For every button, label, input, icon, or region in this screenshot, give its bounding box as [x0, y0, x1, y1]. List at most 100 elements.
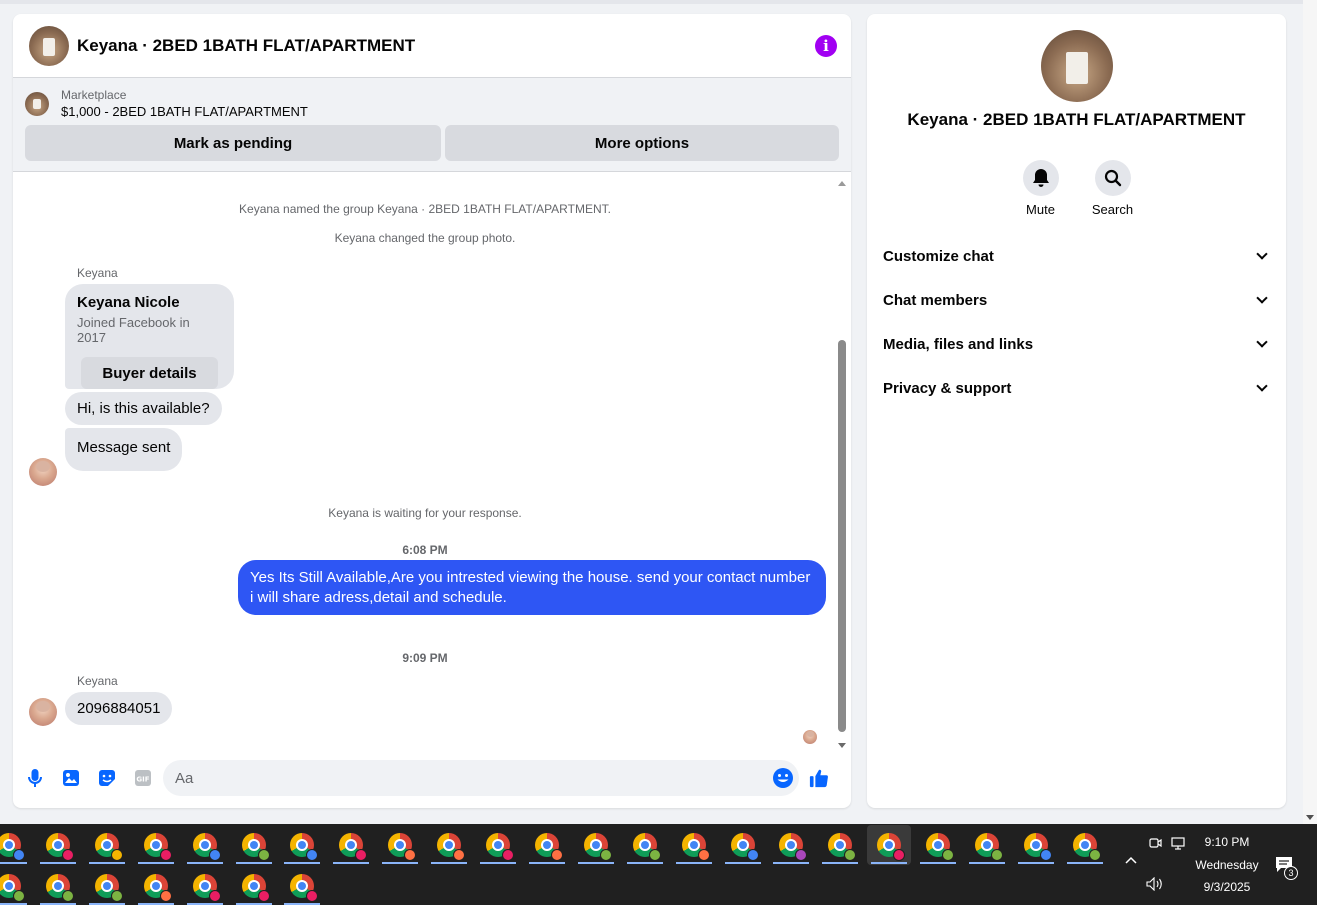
taskbar-chrome-app[interactable]	[672, 825, 716, 865]
chrome-icon	[241, 874, 270, 902]
chat-title[interactable]: Keyana · 2BED 1BATH FLAT/APARTMENT	[77, 36, 815, 56]
buyer-joined: Joined Facebook in 2017	[77, 315, 190, 345]
taskbar-chrome-app[interactable]	[183, 825, 227, 865]
taskbar-chrome-app[interactable]	[280, 866, 324, 905]
profile-badge-icon	[61, 890, 74, 902]
seen-by-avatar	[803, 730, 817, 744]
timestamp: 9:09 PM	[402, 651, 448, 665]
gif-icon[interactable]: GIF	[133, 768, 153, 788]
scroll-down-arrow-icon[interactable]	[1306, 815, 1314, 820]
taskbar-chrome-app[interactable]	[0, 825, 31, 865]
profile-badge-icon	[13, 849, 25, 861]
section-customize-chat[interactable]: Customize chat	[883, 234, 1270, 278]
scroll-down-arrow-icon[interactable]	[838, 743, 846, 748]
chrome-icon	[192, 874, 221, 902]
meet-now-icon[interactable]	[1148, 836, 1162, 853]
clock-date[interactable]: 9/3/2025	[1192, 880, 1262, 894]
message-bubble-in[interactable]: Message sent	[65, 428, 183, 471]
windows-taskbar: 9:10 PM Wednesday 9/3/2025 3	[0, 824, 1317, 905]
taskbar-chrome-app[interactable]	[134, 825, 178, 865]
profile-badge-icon	[110, 849, 123, 861]
more-options-button[interactable]: More options	[445, 125, 839, 161]
emoji-icon[interactable]	[771, 766, 795, 790]
chrome-icon	[877, 833, 906, 861]
group-avatar-large[interactable]	[1041, 30, 1113, 102]
info-icon[interactable]: i	[815, 34, 837, 57]
taskbar-chrome-app[interactable]	[916, 825, 960, 865]
taskbar-chrome-app[interactable]	[476, 825, 520, 865]
chevron-up-icon[interactable]	[1124, 854, 1138, 868]
section-privacy-support[interactable]: Privacy & support	[883, 366, 1270, 410]
taskbar-chrome-app[interactable]	[378, 825, 422, 865]
listing-info[interactable]: Marketplace $1,000 - 2BED 1BATH FLAT/APA…	[25, 88, 839, 119]
thread-scrollbar[interactable]	[836, 178, 848, 748]
taskbar-chrome-app[interactable]	[183, 866, 227, 905]
taskbar-chrome-app[interactable]	[427, 825, 471, 865]
search-icon[interactable]	[1094, 160, 1131, 196]
taskbar-chrome-app[interactable]	[36, 825, 80, 865]
taskbar-chrome-app[interactable]	[36, 866, 80, 905]
message-bubble-out[interactable]: Yes Its Still Available,Are you intreste…	[238, 560, 826, 615]
buyer-details-button[interactable]: Buyer details	[81, 357, 218, 389]
message-input[interactable]	[175, 769, 771, 787]
taskbar-chrome-app[interactable]	[818, 825, 862, 865]
profile-badge-icon	[159, 849, 172, 861]
running-indicator	[1066, 862, 1103, 864]
network-icon[interactable]	[1171, 836, 1187, 853]
taskbar-chrome-app[interactable]	[134, 866, 178, 905]
profile-badge-icon	[404, 849, 417, 861]
group-avatar[interactable]	[29, 25, 69, 66]
section-chat-members[interactable]: Chat members	[883, 278, 1270, 322]
taskbar-chrome-app[interactable]	[1063, 825, 1107, 865]
taskbar-chrome-app[interactable]	[525, 825, 569, 865]
chrome-icon	[94, 874, 123, 902]
mute-button[interactable]: Mute	[1017, 160, 1065, 217]
volume-icon[interactable]	[1146, 876, 1164, 894]
profile-badge-icon	[550, 849, 563, 861]
taskbar-chrome-app[interactable]	[867, 825, 912, 865]
chevron-down-icon	[1256, 292, 1268, 304]
taskbar-chrome-app[interactable]	[965, 825, 1009, 865]
chevron-down-icon	[1256, 248, 1268, 260]
taskbar-chrome-app[interactable]	[329, 825, 373, 865]
sender-avatar[interactable]	[29, 698, 57, 726]
thumbs-up-icon[interactable]	[809, 768, 829, 788]
taskbar-chrome-app[interactable]	[769, 825, 813, 865]
taskbar-chrome-app[interactable]	[721, 825, 765, 865]
mark-as-pending-button[interactable]: Mark as pending	[25, 125, 441, 161]
bell-icon[interactable]	[1022, 160, 1059, 196]
profile-badge-icon	[110, 890, 123, 902]
taskbar-chrome-app[interactable]	[623, 825, 667, 865]
profile-badge-icon	[1088, 849, 1101, 861]
scrollbar-thumb[interactable]	[838, 340, 846, 732]
message-thread[interactable]: Keyana named the group Keyana · 2BED 1BA…	[13, 178, 851, 748]
search-button[interactable]: Search	[1089, 160, 1137, 217]
page-scrollbar[interactable]	[1303, 0, 1317, 824]
taskbar-chrome-app[interactable]	[232, 866, 276, 905]
taskbar-chrome-app[interactable]	[0, 866, 31, 905]
section-media-files-links[interactable]: Media, files and links	[883, 322, 1270, 366]
taskbar-chrome-app[interactable]	[85, 866, 129, 905]
sender-avatar[interactable]	[29, 458, 57, 486]
taskbar-chrome-app[interactable]	[1014, 825, 1058, 865]
message-bubble-in[interactable]: 2096884051	[65, 692, 173, 725]
message-bubble-in[interactable]: Hi, is this available?	[65, 392, 222, 425]
sticker-icon[interactable]	[97, 768, 117, 788]
profile-badge-icon	[257, 849, 270, 861]
microphone-icon[interactable]	[25, 768, 45, 788]
scroll-up-arrow-icon[interactable]	[838, 181, 846, 186]
info-title: Keyana · 2BED 1BATH FLAT/APARTMENT	[907, 110, 1246, 129]
system-message-waiting: Keyana is waiting for your response.	[328, 506, 522, 520]
photo-icon[interactable]	[61, 768, 81, 788]
chrome-icon	[388, 833, 417, 861]
running-indicator	[626, 862, 663, 864]
taskbar-chrome-app[interactable]	[280, 825, 324, 865]
chrome-icon	[339, 833, 368, 861]
clock-day[interactable]: Wednesday	[1192, 858, 1262, 872]
taskbar-chrome-app[interactable]	[85, 825, 129, 865]
taskbar-chrome-app[interactable]	[574, 825, 618, 865]
svg-text:GIF: GIF	[136, 776, 149, 784]
clock-time[interactable]: 9:10 PM	[1192, 835, 1262, 849]
profile-badge-icon	[208, 890, 221, 902]
taskbar-chrome-app[interactable]	[232, 825, 276, 865]
